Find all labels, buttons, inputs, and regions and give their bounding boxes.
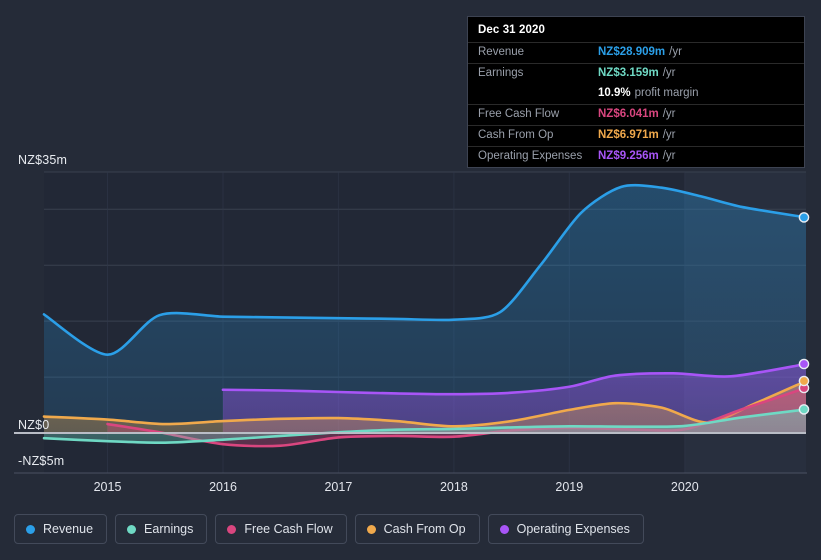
y-axis-tick-1: NZ$0 [18,418,50,432]
chart-tooltip: Dec 31 2020 Revenue NZ$28.909m/yr Earnings… [467,16,805,168]
legend-color-dot-icon [26,524,35,534]
x-axis-tick-2020: 2020 [670,480,699,494]
legend-color-dot-icon [366,524,376,534]
tooltip-row-value: 10.9% profit margin [598,87,699,99]
tooltip-row-unit: profit margin [634,87,699,99]
chart-root: NZ$35m NZ$0 -NZ$5m 2015 2016 2017 2018 2019 202… [0,0,821,560]
legend-item-cash-from-op[interactable]: Cash From Op [354,514,480,544]
legend-item-free-cash-flow[interactable]: Free Cash Flow [215,514,347,544]
tooltip-row-label: Revenue [478,46,525,58]
tooltip-row-unit: /yr [662,129,676,141]
tooltip-row-value: NZ$28.909m/yr [598,46,682,58]
x-axis-tick-2018: 2018 [439,480,468,494]
tooltip-row-unit: /yr [662,150,676,162]
tooltip-row: Earnings NZ$3.159m/yr [468,63,804,84]
tooltip-row-label: Cash From Op [478,129,554,141]
x-axis-tick-2015: 2015 [93,480,122,494]
tooltip-row-label: Free Cash Flow [478,108,560,120]
legend-item-earnings[interactable]: Earnings [115,514,208,544]
tooltip-row: Cash From Op NZ$6.971m/yr [468,125,804,146]
tooltip-row: Revenue NZ$28.909m/yr [468,42,804,63]
tooltip-row-label: Operating Expenses [478,150,583,162]
tooltip-row-label: Earnings [478,67,524,79]
legend-item-label: Operating Expenses [516,522,630,536]
tooltip-row-unit: /yr [669,46,682,58]
legend-color-dot-icon [127,524,137,534]
chart-legend[interactable]: Revenue Earnings Free Cash Flow Cash From O… [14,514,644,544]
tooltip-row: Free Cash Flow NZ$6.041m/yr [468,104,804,125]
legend-item-operating-expenses[interactable]: Operating Expenses [487,514,644,544]
tooltip-row-unit: /yr [662,67,676,79]
legend-color-dot-icon [499,524,509,534]
legend-item-label: Revenue [43,522,94,536]
legend-item-label: Cash From Op [383,522,466,536]
y-axis-tick-2: -NZ$5m [18,454,65,468]
tooltip-row: Operating Expenses NZ$9.256m/yr [468,146,804,167]
tooltip-row-value: NZ$9.256m/yr [598,150,676,162]
legend-item-label: Free Cash Flow [244,522,333,536]
x-axis-tick-2019: 2019 [555,480,584,494]
tooltip-row-value: NZ$3.159m/yr [598,67,676,79]
legend-item-label: Earnings [144,522,194,536]
tooltip-row-unit: /yr [662,108,676,120]
legend-color-dot-icon [227,524,237,534]
x-axis-tick-2016: 2016 [209,480,237,494]
x-axis-tick-2017: 2017 [324,480,353,494]
y-axis-tick-0: NZ$35m [18,153,68,167]
tooltip-rows: Revenue NZ$28.909m/yr Earnings NZ$3.159m/yr… [468,42,804,167]
tooltip-row: 10.9% profit margin [468,84,804,104]
legend-item-revenue[interactable]: Revenue [14,514,108,544]
tooltip-row-value: NZ$6.041m/yr [598,108,676,120]
tooltip-row-value: NZ$6.971m/yr [598,129,676,141]
tooltip-title: Dec 31 2020 [478,24,545,36]
